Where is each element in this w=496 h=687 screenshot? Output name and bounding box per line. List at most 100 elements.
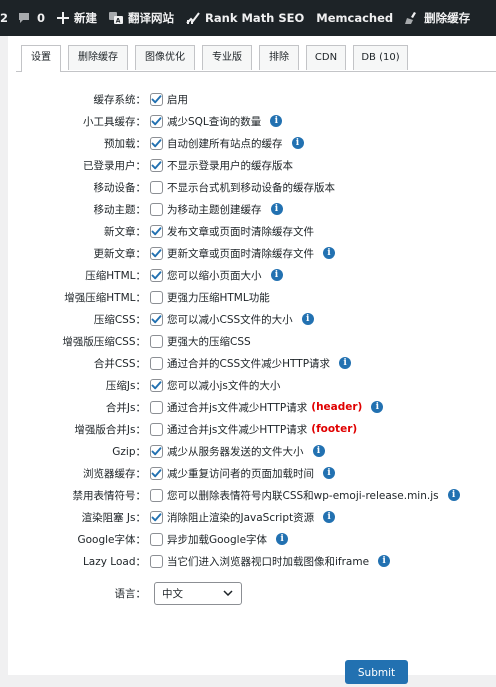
info-icon[interactable]: i (270, 115, 283, 127)
tab-settings[interactable]: 设置 (21, 45, 61, 72)
info-icon[interactable]: i (323, 247, 335, 259)
setting-checkbox[interactable] (150, 180, 163, 194)
tab-premium[interactable]: 专业版 (202, 45, 252, 70)
comment-icon (19, 13, 30, 23)
checkmark-icon (151, 94, 162, 103)
comments-count: 0 (37, 11, 46, 25)
setting-row: 压缩Js： 您可以减小js文件的大小 (8, 374, 496, 396)
setting-checkbox[interactable] (150, 202, 163, 216)
setting-checkbox[interactable] (150, 158, 163, 172)
setting-row: 移动主题： 为移动主题创建缓存 i (8, 198, 496, 220)
setting-description: 通过合并js文件减少HTTP请求 (167, 423, 308, 436)
tab-image-optimization[interactable]: 图像优化 (135, 45, 195, 70)
setting-description: 更新文章或页面时清除缓存文件 (167, 247, 314, 260)
setting-label: Lazy Load： (82, 555, 146, 568)
language-select[interactable]: 中文 (154, 581, 242, 605)
setting-checkbox[interactable] (150, 312, 163, 326)
checkmark-icon (151, 116, 162, 125)
setting-description: 减少重复访问者的页面加载时间 (167, 467, 314, 480)
plus-icon (57, 12, 70, 24)
setting-label: 移动主题： (93, 203, 147, 216)
setting-checkbox[interactable] (150, 290, 163, 304)
setting-description: 您可以删除表情符号内联CSS和wp-emoji-release.min.js (167, 489, 439, 502)
adminbar-counter[interactable]: 2 (0, 0, 12, 36)
rankmath-label: Rank Math SEO (205, 11, 305, 25)
translate-icon: A (109, 12, 124, 25)
setting-label: 增强版压缩CSS： (62, 335, 146, 348)
setting-label: 增强版合并Js： (74, 423, 146, 436)
setting-checkbox[interactable] (150, 92, 163, 106)
memcached-link[interactable]: Memcached (310, 0, 399, 36)
translate-link[interactable]: A 翻译网站 (103, 0, 180, 36)
setting-checkbox[interactable] (150, 466, 163, 480)
setting-checkbox[interactable] (150, 356, 163, 370)
clear-cache-link[interactable]: 删除缓存 (399, 0, 476, 36)
checkmark-icon (151, 314, 162, 323)
info-icon[interactable]: i (323, 511, 336, 523)
setting-label: 预加载： (104, 137, 146, 150)
setting-label: 压缩Js： (105, 379, 146, 392)
setting-checkbox[interactable] (150, 334, 163, 348)
info-icon[interactable]: i (301, 313, 314, 325)
setting-description: 自动创建所有站点的缓存 (167, 137, 283, 150)
setting-label: 增强压缩HTML： (64, 291, 146, 304)
info-icon[interactable]: i (447, 489, 460, 501)
setting-label: 合并Js： (105, 401, 146, 414)
setting-checkbox[interactable] (150, 136, 163, 150)
setting-label: 新文章： (104, 225, 146, 238)
setting-description: 当它们进入浏览器视口时加载图像和iframe (167, 555, 370, 568)
setting-row: 小工具缓存： 减少SQL查询的数量 i (8, 110, 496, 132)
setting-label: 禁用表情符号： (72, 489, 147, 502)
info-icon[interactable]: i (270, 269, 283, 281)
setting-description: 为移动主题创建缓存 (167, 203, 262, 216)
setting-row: 预加载： 自动创建所有站点的缓存 i (8, 132, 496, 154)
setting-description: 更强大的压缩CSS (167, 335, 251, 348)
setting-label: 渲染阻塞 Js： (81, 511, 146, 524)
setting-checkbox[interactable] (150, 510, 163, 524)
setting-checkbox[interactable] (150, 554, 163, 568)
setting-label: Gzip： (112, 445, 146, 458)
setting-description: 消除阻止渲染的JavaScript资源 (167, 511, 315, 524)
setting-checkbox[interactable] (150, 246, 163, 260)
tab-clear-cache[interactable]: 删除缓存 (68, 45, 128, 70)
rankmath-icon (186, 12, 200, 24)
info-icon[interactable]: i (371, 401, 384, 413)
checkmark-icon (151, 512, 162, 521)
svg-text:A: A (116, 18, 121, 25)
setting-checkbox[interactable] (150, 114, 163, 128)
info-icon[interactable]: i (291, 137, 304, 149)
checkmark-icon (151, 160, 162, 169)
setting-checkbox[interactable] (150, 532, 163, 546)
tab-db[interactable]: DB (10) (353, 45, 408, 70)
info-icon[interactable]: i (276, 533, 289, 545)
setting-row: 合并Js： 通过合并js文件减少HTTP请求 (header) i (8, 396, 496, 418)
setting-description: 更强力压缩HTML功能 (167, 291, 270, 304)
setting-checkbox[interactable] (150, 400, 163, 414)
setting-row: Google字体： 异步加载Google字体 i (8, 528, 496, 550)
info-icon[interactable]: i (323, 467, 335, 479)
tab-cdn[interactable]: CDN (306, 45, 346, 70)
setting-checkbox[interactable] (150, 268, 163, 282)
left-gutter (0, 36, 8, 675)
setting-row: Gzip： 减少从服务器发送的文件大小 i (8, 440, 496, 462)
setting-checkbox[interactable] (150, 422, 163, 436)
info-icon[interactable]: i (312, 445, 325, 457)
setting-checkbox[interactable] (150, 224, 163, 238)
setting-checkbox[interactable] (150, 378, 163, 392)
submit-button[interactable]: Submit (345, 660, 408, 684)
setting-checkbox[interactable] (150, 488, 163, 502)
rankmath-link[interactable]: Rank Math SEO (180, 0, 310, 36)
setting-description: 您可以减小CSS文件的大小 (167, 313, 293, 326)
clear-cache-label: 删除缓存 (424, 11, 471, 25)
language-label: 语言： (114, 587, 147, 600)
info-icon[interactable]: i (270, 203, 283, 215)
setting-row: Lazy Load： 当它们进入浏览器视口时加载图像和iframe i (8, 550, 496, 572)
info-icon[interactable]: i (339, 357, 352, 369)
setting-label: 更新文章： (93, 247, 147, 260)
checkmark-icon (151, 380, 162, 389)
setting-checkbox[interactable] (150, 444, 163, 458)
comments-link[interactable]: 0 (12, 0, 51, 36)
info-icon[interactable]: i (378, 555, 391, 567)
new-content-link[interactable]: 新建 (51, 0, 103, 36)
tab-exclude[interactable]: 排除 (259, 45, 299, 70)
